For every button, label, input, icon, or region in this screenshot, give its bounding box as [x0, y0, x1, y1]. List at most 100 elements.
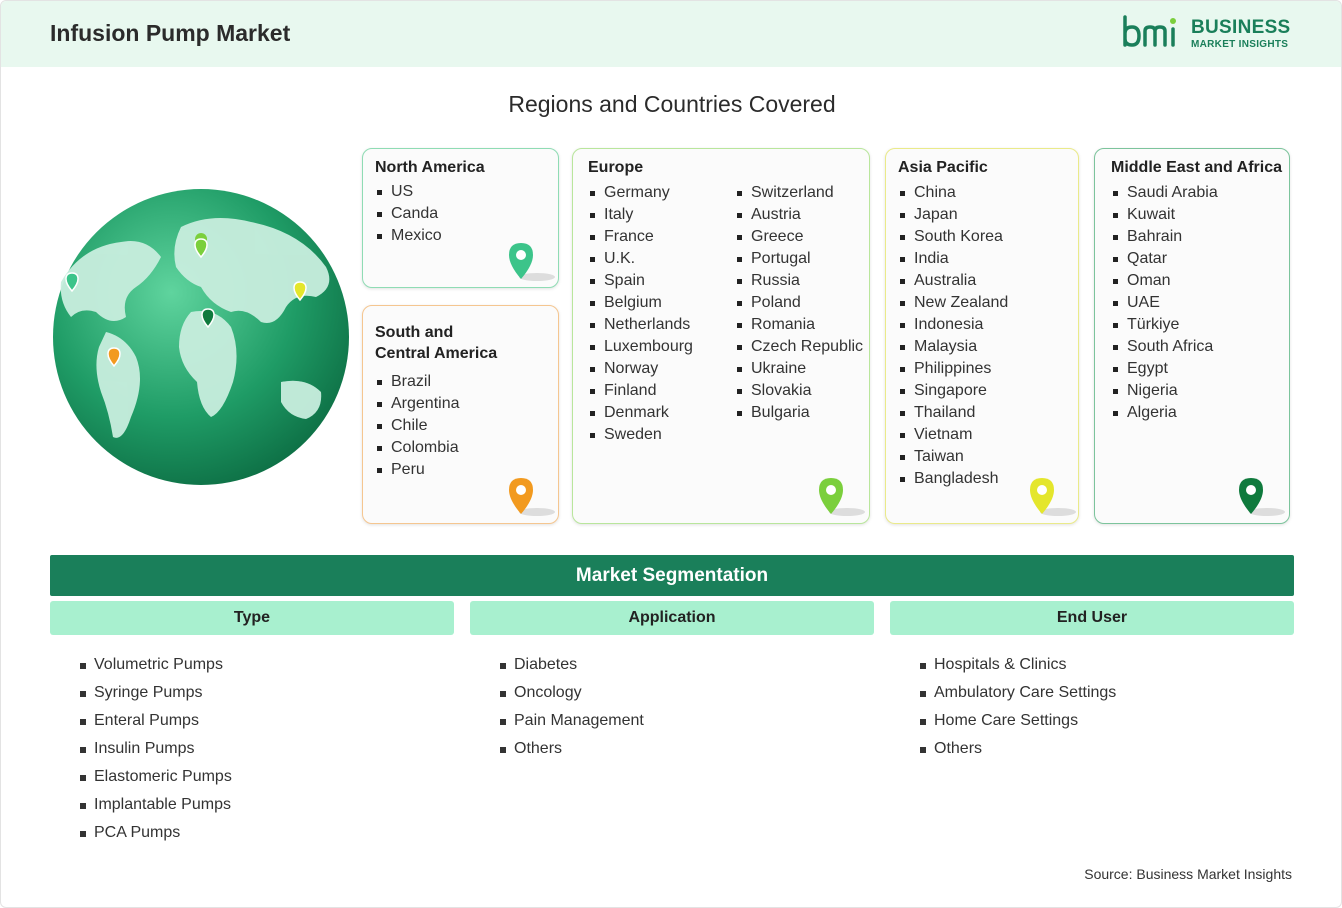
- segment-item: Others: [500, 735, 644, 763]
- location-pin-icon: [509, 478, 555, 516]
- country-item: Slovakia: [735, 380, 863, 402]
- country-item: Taiwan: [898, 446, 1008, 468]
- country-item: Poland: [735, 292, 863, 314]
- region-title-south-central-america: South and Central America: [375, 324, 498, 362]
- country-item: Austria: [735, 204, 863, 226]
- segment-item: Others: [920, 735, 1116, 763]
- segment-item: Insulin Pumps: [80, 735, 232, 763]
- country-item: Switzerland: [735, 182, 863, 204]
- country-item: US: [375, 181, 442, 203]
- globe-icon: [53, 189, 349, 485]
- country-item: Bangladesh: [898, 468, 1008, 490]
- country-item: Bahrain: [1111, 226, 1218, 248]
- country-item: Luxembourg: [588, 336, 693, 358]
- country-item: U.K.: [588, 248, 693, 270]
- country-item: Norway: [588, 358, 693, 380]
- country-item: Brazil: [375, 371, 460, 393]
- segment-item: Elastomeric Pumps: [80, 763, 232, 791]
- country-item: Philippines: [898, 358, 1008, 380]
- segment-header-type: Type: [50, 601, 454, 635]
- region-card-middle-east-africa: Middle East and Africa Saudi Arabia Kuwa…: [1094, 148, 1290, 524]
- segment-item: Implantable Pumps: [80, 791, 232, 819]
- segment-item: PCA Pumps: [80, 819, 232, 847]
- country-item: Netherlands: [588, 314, 693, 336]
- country-item: Saudi Arabia: [1111, 182, 1218, 204]
- country-item: South Africa: [1111, 336, 1218, 358]
- segment-item: Volumetric Pumps: [80, 651, 232, 679]
- market-segmentation-title: Market Segmentation: [50, 555, 1294, 596]
- segment-item: Hospitals & Clinics: [920, 651, 1116, 679]
- region-title-asia-pacific: Asia Pacific: [898, 159, 988, 176]
- country-item: Qatar: [1111, 248, 1218, 270]
- country-item: Japan: [898, 204, 1008, 226]
- business-market-insights-logo: BUSINESS MARKET INSIGHTS: [1121, 15, 1301, 55]
- country-item: Czech Republic: [735, 336, 863, 358]
- country-item: Italy: [588, 204, 693, 226]
- region-title-middle-east-africa: Middle East and Africa: [1111, 159, 1282, 176]
- country-item: Thailand: [898, 402, 1008, 424]
- segment-list-end-user: Hospitals & Clinics Ambulatory Care Sett…: [920, 651, 1116, 763]
- country-item: Germany: [588, 182, 693, 204]
- country-list-asia-pacific: China Japan South Korea India Australia …: [898, 182, 1008, 490]
- segment-item: Diabetes: [500, 651, 644, 679]
- country-item: France: [588, 226, 693, 248]
- country-item: Sweden: [588, 424, 693, 446]
- segment-header-application: Application: [470, 601, 874, 635]
- country-item: India: [898, 248, 1008, 270]
- country-item: Belgium: [588, 292, 693, 314]
- region-card-asia-pacific: Asia Pacific China Japan South Korea Ind…: [885, 148, 1079, 524]
- country-item: Canda: [375, 203, 442, 225]
- country-item: Oman: [1111, 270, 1218, 292]
- location-pin-icon: [819, 478, 865, 516]
- country-item: Vietnam: [898, 424, 1008, 446]
- country-list-europe-col2: Switzerland Austria Greece Portugal Russ…: [735, 182, 863, 424]
- location-pin-icon: [509, 243, 555, 281]
- country-item: Greece: [735, 226, 863, 248]
- source-note: Source: Business Market Insights: [1084, 866, 1292, 882]
- location-pin-icon: [1239, 478, 1285, 516]
- segment-item: Syringe Pumps: [80, 679, 232, 707]
- country-item: New Zealand: [898, 292, 1008, 314]
- country-item: Indonesia: [898, 314, 1008, 336]
- bmi-logo-mark-icon: [1123, 15, 1176, 47]
- country-item: Russia: [735, 270, 863, 292]
- country-list-north-america: US Canda Mexico: [375, 181, 442, 247]
- country-item: Colombia: [375, 437, 460, 459]
- logo-text-business: BUSINESS: [1191, 17, 1291, 38]
- country-item: Singapore: [898, 380, 1008, 402]
- country-item: Ukraine: [735, 358, 863, 380]
- region-card-north-america: North America US Canda Mexico: [362, 148, 559, 288]
- logo-text-market-insights: MARKET INSIGHTS: [1191, 39, 1289, 50]
- country-item: Denmark: [588, 402, 693, 424]
- country-item: Algeria: [1111, 402, 1218, 424]
- country-item: Bulgaria: [735, 402, 863, 424]
- segment-item: Enteral Pumps: [80, 707, 232, 735]
- country-item: Finland: [588, 380, 693, 402]
- segment-list-type: Volumetric Pumps Syringe Pumps Enteral P…: [80, 651, 232, 847]
- country-item: China: [898, 182, 1008, 204]
- country-item: South Korea: [898, 226, 1008, 248]
- country-item: Romania: [735, 314, 863, 336]
- country-list-middle-east-africa: Saudi Arabia Kuwait Bahrain Qatar Oman U…: [1111, 182, 1218, 424]
- country-item: Peru: [375, 459, 460, 481]
- country-item: Argentina: [375, 393, 460, 415]
- country-item: Chile: [375, 415, 460, 437]
- infographic-frame: Infusion Pump Market BUSINESS MARKET INS…: [0, 0, 1342, 908]
- country-item: Türkiye: [1111, 314, 1218, 336]
- country-item: Mexico: [375, 225, 442, 247]
- country-list-south-central-america: Brazil Argentina Chile Colombia Peru: [375, 371, 460, 481]
- segment-list-application: Diabetes Oncology Pain Management Others: [500, 651, 644, 763]
- region-title-europe: Europe: [588, 159, 644, 176]
- header: Infusion Pump Market BUSINESS MARKET INS…: [1, 1, 1341, 67]
- regions-title: Regions and Countries Covered: [508, 91, 836, 117]
- page-title: Infusion Pump Market: [50, 20, 291, 46]
- segment-item: Ambulatory Care Settings: [920, 679, 1116, 707]
- country-item: Australia: [898, 270, 1008, 292]
- country-item: UAE: [1111, 292, 1218, 314]
- country-item: Spain: [588, 270, 693, 292]
- location-pin-icon: [1030, 478, 1076, 516]
- country-item: Malaysia: [898, 336, 1008, 358]
- segment-header-end-user: End User: [890, 601, 1294, 635]
- country-item: Kuwait: [1111, 204, 1218, 226]
- segment-item: Oncology: [500, 679, 644, 707]
